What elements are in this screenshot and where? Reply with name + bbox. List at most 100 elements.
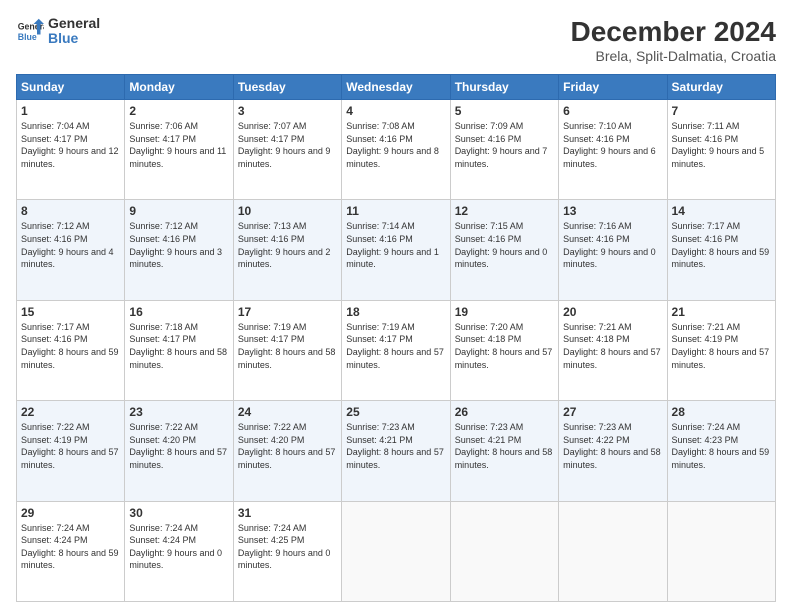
cell-info: Sunrise: 7:07 AMSunset: 4:17 PMDaylight:… [238, 121, 331, 169]
day-number: 17 [238, 305, 337, 319]
day-number: 30 [129, 506, 228, 520]
calendar-cell: 8 Sunrise: 7:12 AMSunset: 4:16 PMDaylight… [17, 200, 125, 300]
day-header-thursday: Thursday [450, 75, 558, 100]
day-number: 6 [563, 104, 662, 118]
cell-info: Sunrise: 7:23 AMSunset: 4:21 PMDaylight:… [455, 422, 553, 470]
calendar-cell: 7 Sunrise: 7:11 AMSunset: 4:16 PMDaylight… [667, 100, 775, 200]
calendar-cell: 6Sunrise: 7:10 AMSunset: 4:16 PMDaylight… [559, 100, 667, 200]
day-number: 9 [129, 204, 228, 218]
week-row-2: 8 Sunrise: 7:12 AMSunset: 4:16 PMDaylight… [17, 200, 776, 300]
week-row-1: 1 Sunrise: 7:04 AMSunset: 4:17 PMDaylight… [17, 100, 776, 200]
day-number: 26 [455, 405, 554, 419]
cell-info: Sunrise: 7:24 AMSunset: 4:24 PMDaylight:… [21, 523, 119, 571]
calendar-cell [450, 501, 558, 601]
cell-info: Sunrise: 7:14 AMSunset: 4:16 PMDaylight:… [346, 221, 439, 269]
cell-info: Sunrise: 7:22 AMSunset: 4:19 PMDaylight:… [21, 422, 119, 470]
calendar-cell [667, 501, 775, 601]
cell-info: Sunrise: 7:19 AMSunset: 4:17 PMDaylight:… [238, 322, 336, 370]
calendar-cell: 24Sunrise: 7:22 AMSunset: 4:20 PMDayligh… [233, 401, 341, 501]
calendar-cell: 15 Sunrise: 7:17 AMSunset: 4:16 PMDayligh… [17, 300, 125, 400]
subtitle: Brela, Split-Dalmatia, Croatia [571, 48, 776, 64]
day-number: 14 [672, 204, 771, 218]
cell-info: Sunrise: 7:22 AMSunset: 4:20 PMDaylight:… [238, 422, 336, 470]
cell-info: Sunrise: 7:17 AMSunset: 4:16 PMDaylight:… [672, 221, 770, 269]
calendar-cell [559, 501, 667, 601]
day-number: 15 [21, 305, 120, 319]
cell-info: Sunrise: 7:21 AMSunset: 4:18 PMDaylight:… [563, 322, 661, 370]
calendar-cell: 31 Sunrise: 7:24 AMSunset: 4:25 PMDayligh… [233, 501, 341, 601]
calendar-cell: 14 Sunrise: 7:17 AMSunset: 4:16 PMDayligh… [667, 200, 775, 300]
day-header-monday: Monday [125, 75, 233, 100]
title-section: December 2024 Brela, Split-Dalmatia, Cro… [571, 16, 776, 64]
logo: General Blue General Blue [16, 16, 100, 47]
cell-info: Sunrise: 7:08 AMSunset: 4:16 PMDaylight:… [346, 121, 439, 169]
cell-info: Sunrise: 7:16 AMSunset: 4:16 PMDaylight:… [563, 221, 656, 269]
day-number: 29 [21, 506, 120, 520]
logo-blue: Blue [48, 31, 100, 46]
day-header-sunday: Sunday [17, 75, 125, 100]
day-number: 23 [129, 405, 228, 419]
day-number: 10 [238, 204, 337, 218]
calendar-cell: 16Sunrise: 7:18 AMSunset: 4:17 PMDayligh… [125, 300, 233, 400]
week-row-5: 29 Sunrise: 7:24 AMSunset: 4:24 PMDayligh… [17, 501, 776, 601]
cell-info: Sunrise: 7:12 AMSunset: 4:16 PMDaylight:… [129, 221, 222, 269]
calendar-cell: 23 Sunrise: 7:22 AMSunset: 4:20 PMDayligh… [125, 401, 233, 501]
cell-info: Sunrise: 7:23 AMSunset: 4:22 PMDaylight:… [563, 422, 661, 470]
calendar-cell: 11 Sunrise: 7:14 AMSunset: 4:16 PMDayligh… [342, 200, 450, 300]
calendar-cell: 21Sunrise: 7:21 AMSunset: 4:19 PMDayligh… [667, 300, 775, 400]
day-header-friday: Friday [559, 75, 667, 100]
main-title: December 2024 [571, 16, 776, 48]
calendar-cell: 27 Sunrise: 7:23 AMSunset: 4:22 PMDayligh… [559, 401, 667, 501]
week-row-4: 22Sunrise: 7:22 AMSunset: 4:19 PMDayligh… [17, 401, 776, 501]
cell-info: Sunrise: 7:06 AMSunset: 4:17 PMDaylight:… [129, 121, 226, 169]
day-number: 8 [21, 204, 120, 218]
day-number: 25 [346, 405, 445, 419]
cell-info: Sunrise: 7:11 AMSunset: 4:16 PMDaylight:… [672, 121, 765, 169]
day-header-wednesday: Wednesday [342, 75, 450, 100]
cell-info: Sunrise: 7:04 AMSunset: 4:17 PMDaylight:… [21, 121, 119, 169]
calendar-cell: 9 Sunrise: 7:12 AMSunset: 4:16 PMDaylight… [125, 200, 233, 300]
day-number: 4 [346, 104, 445, 118]
calendar-cell: 18Sunrise: 7:19 AMSunset: 4:17 PMDayligh… [342, 300, 450, 400]
cell-info: Sunrise: 7:15 AMSunset: 4:16 PMDaylight:… [455, 221, 548, 269]
day-number: 27 [563, 405, 662, 419]
day-number: 1 [21, 104, 120, 118]
day-number: 16 [129, 305, 228, 319]
calendar-cell: 10 Sunrise: 7:13 AMSunset: 4:16 PMDayligh… [233, 200, 341, 300]
day-number: 2 [129, 104, 228, 118]
day-number: 20 [563, 305, 662, 319]
svg-text:Blue: Blue [18, 32, 37, 42]
week-row-3: 15 Sunrise: 7:17 AMSunset: 4:16 PMDayligh… [17, 300, 776, 400]
cell-info: Sunrise: 7:23 AMSunset: 4:21 PMDaylight:… [346, 422, 444, 470]
calendar-cell: 3 Sunrise: 7:07 AMSunset: 4:17 PMDaylight… [233, 100, 341, 200]
cell-info: Sunrise: 7:12 AMSunset: 4:16 PMDaylight:… [21, 221, 114, 269]
day-number: 12 [455, 204, 554, 218]
cell-info: Sunrise: 7:24 AMSunset: 4:25 PMDaylight:… [238, 523, 331, 571]
cell-info: Sunrise: 7:09 AMSunset: 4:16 PMDaylight:… [455, 121, 548, 169]
day-number: 18 [346, 305, 445, 319]
day-number: 19 [455, 305, 554, 319]
calendar-cell: 17 Sunrise: 7:19 AMSunset: 4:17 PMDayligh… [233, 300, 341, 400]
logo-icon: General Blue [16, 17, 44, 45]
calendar-cell: 22Sunrise: 7:22 AMSunset: 4:19 PMDayligh… [17, 401, 125, 501]
day-number: 7 [672, 104, 771, 118]
calendar-cell: 19Sunrise: 7:20 AMSunset: 4:18 PMDayligh… [450, 300, 558, 400]
day-number: 13 [563, 204, 662, 218]
cell-info: Sunrise: 7:13 AMSunset: 4:16 PMDaylight:… [238, 221, 331, 269]
cell-info: Sunrise: 7:22 AMSunset: 4:20 PMDaylight:… [129, 422, 227, 470]
day-number: 31 [238, 506, 337, 520]
calendar-cell: 28Sunrise: 7:24 AMSunset: 4:23 PMDayligh… [667, 401, 775, 501]
day-number: 11 [346, 204, 445, 218]
calendar-cell: 1 Sunrise: 7:04 AMSunset: 4:17 PMDaylight… [17, 100, 125, 200]
calendar-cell: 30Sunrise: 7:24 AMSunset: 4:24 PMDayligh… [125, 501, 233, 601]
page: General Blue General Blue December 2024 … [0, 0, 792, 612]
day-number: 3 [238, 104, 337, 118]
logo-general: General [48, 16, 100, 31]
cell-info: Sunrise: 7:17 AMSunset: 4:16 PMDaylight:… [21, 322, 119, 370]
header: General Blue General Blue December 2024 … [16, 16, 776, 64]
calendar-cell: 12 Sunrise: 7:15 AMSunset: 4:16 PMDayligh… [450, 200, 558, 300]
calendar-cell: 25 Sunrise: 7:23 AMSunset: 4:21 PMDayligh… [342, 401, 450, 501]
calendar-cell: 26 Sunrise: 7:23 AMSunset: 4:21 PMDayligh… [450, 401, 558, 501]
calendar-table: SundayMondayTuesdayWednesdayThursdayFrid… [16, 74, 776, 602]
calendar-cell: 4 Sunrise: 7:08 AMSunset: 4:16 PMDaylight… [342, 100, 450, 200]
